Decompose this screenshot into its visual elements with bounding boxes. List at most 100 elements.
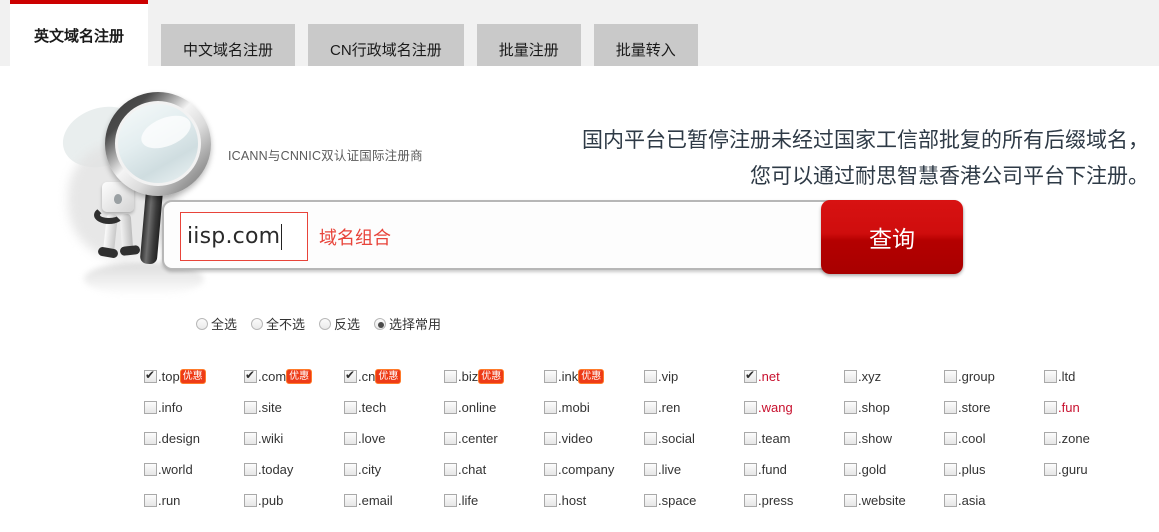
- checkbox-icon[interactable]: [144, 368, 157, 383]
- checkbox-icon[interactable]: [644, 463, 657, 476]
- checkbox-icon[interactable]: [344, 401, 357, 414]
- tld-option-com[interactable]: .com优惠: [244, 368, 344, 384]
- tld-option-run[interactable]: .run: [144, 493, 244, 508]
- checkbox-icon[interactable]: [744, 463, 757, 476]
- checkbox-icon[interactable]: [244, 432, 257, 445]
- tld-option-shop[interactable]: .shop: [844, 400, 944, 415]
- tld-option-today[interactable]: .today: [244, 462, 344, 477]
- radio-dot-icon[interactable]: [196, 317, 208, 330]
- tab-0[interactable]: 英文域名注册: [10, 0, 149, 66]
- checkbox-icon[interactable]: [944, 370, 957, 383]
- tld-option-wang[interactable]: .wang: [744, 400, 844, 415]
- checkbox-icon[interactable]: [944, 401, 957, 414]
- checkbox-icon[interactable]: [544, 401, 557, 414]
- tld-option-love[interactable]: .love: [344, 431, 444, 446]
- checkbox-icon[interactable]: [944, 463, 957, 476]
- checkbox-icon[interactable]: [844, 401, 857, 414]
- tld-option-city[interactable]: .city: [344, 462, 444, 477]
- checkbox-icon[interactable]: [144, 463, 157, 476]
- checkbox-icon[interactable]: [244, 463, 257, 476]
- checkbox-icon[interactable]: [944, 494, 957, 507]
- radio-mode-3[interactable]: 选择常用: [374, 314, 441, 333]
- checkbox-icon[interactable]: [1044, 370, 1057, 383]
- checkbox-icon[interactable]: [644, 494, 657, 507]
- checkbox-icon[interactable]: [1044, 432, 1057, 445]
- query-button[interactable]: 查询: [821, 200, 963, 274]
- tld-option-vip[interactable]: .vip: [644, 369, 744, 384]
- tld-option-site[interactable]: .site: [244, 400, 344, 415]
- checkbox-icon[interactable]: [944, 432, 957, 445]
- domain-search-input[interactable]: iisp.com: [180, 212, 308, 261]
- checkbox-icon[interactable]: [844, 432, 857, 445]
- tld-option-host[interactable]: .host: [544, 493, 644, 508]
- tld-option-mobi[interactable]: .mobi: [544, 400, 644, 415]
- tld-option-company[interactable]: .company: [544, 462, 644, 477]
- checkbox-icon[interactable]: [144, 494, 157, 507]
- tld-option-social[interactable]: .social: [644, 431, 744, 446]
- tld-option-xyz[interactable]: .xyz: [844, 369, 944, 384]
- checkbox-icon[interactable]: [844, 370, 857, 383]
- checkbox-icon[interactable]: [244, 401, 257, 414]
- tld-option-fund[interactable]: .fund: [744, 462, 844, 477]
- tld-option-cn[interactable]: .cn优惠: [344, 368, 444, 384]
- tld-option-pub[interactable]: .pub: [244, 493, 344, 508]
- checkbox-icon[interactable]: [244, 368, 257, 383]
- tld-option-ren[interactable]: .ren: [644, 400, 744, 415]
- tld-option-design[interactable]: .design: [144, 431, 244, 446]
- checkbox-icon[interactable]: [844, 494, 857, 507]
- checkbox-icon[interactable]: [444, 401, 457, 414]
- tld-option-zone[interactable]: .zone: [1044, 431, 1144, 446]
- tld-option-store[interactable]: .store: [944, 400, 1044, 415]
- checkbox-icon[interactable]: [444, 370, 457, 383]
- checkbox-icon[interactable]: [644, 432, 657, 445]
- tld-option-team[interactable]: .team: [744, 431, 844, 446]
- checkbox-icon[interactable]: [844, 463, 857, 476]
- checkbox-icon[interactable]: [644, 401, 657, 414]
- checkbox-icon[interactable]: [744, 494, 757, 507]
- checkbox-icon[interactable]: [544, 494, 557, 507]
- tld-option-asia[interactable]: .asia: [944, 493, 1044, 508]
- tld-option-world[interactable]: .world: [144, 462, 244, 477]
- tld-option-gold[interactable]: .gold: [844, 462, 944, 477]
- tld-option-fun[interactable]: .fun: [1044, 400, 1144, 415]
- radio-mode-2[interactable]: 反选: [319, 314, 360, 333]
- tld-option-live[interactable]: .live: [644, 462, 744, 477]
- tld-option-tech[interactable]: .tech: [344, 400, 444, 415]
- checkbox-icon[interactable]: [744, 432, 757, 445]
- radio-dot-icon[interactable]: [374, 317, 387, 330]
- tld-option-life[interactable]: .life: [444, 493, 544, 508]
- radio-dot-icon[interactable]: [251, 317, 264, 330]
- checkbox-icon[interactable]: [444, 463, 457, 476]
- checkbox-icon[interactable]: [1044, 401, 1057, 414]
- checkbox-icon[interactable]: [144, 432, 157, 445]
- checkbox-icon[interactable]: [744, 368, 757, 383]
- tld-option-chat[interactable]: .chat: [444, 462, 544, 477]
- checkbox-icon[interactable]: [1044, 463, 1057, 476]
- checkbox-icon[interactable]: [444, 494, 457, 507]
- checkbox-icon[interactable]: [344, 368, 357, 383]
- checkbox-icon[interactable]: [344, 494, 357, 507]
- domain-combination-link[interactable]: 域名组合: [319, 224, 391, 250]
- tld-option-biz[interactable]: .biz 优惠: [444, 369, 544, 384]
- tld-option-top[interactable]: .top优惠: [144, 368, 244, 384]
- tld-option-email[interactable]: .email: [344, 493, 444, 508]
- tld-option-video[interactable]: .video: [544, 431, 644, 446]
- tld-option-center[interactable]: .center: [444, 431, 544, 446]
- checkbox-icon[interactable]: [544, 370, 557, 383]
- radio-mode-1[interactable]: 全不选: [251, 314, 305, 333]
- checkbox-icon[interactable]: [144, 401, 157, 414]
- tld-option-online[interactable]: .online: [444, 400, 544, 415]
- checkbox-icon[interactable]: [344, 432, 357, 445]
- tld-option-cool[interactable]: .cool: [944, 431, 1044, 446]
- tld-option-net[interactable]: .net: [744, 368, 844, 384]
- tld-option-space[interactable]: .space: [644, 493, 744, 508]
- tld-option-guru[interactable]: .guru: [1044, 462, 1144, 477]
- checkbox-icon[interactable]: [644, 370, 657, 383]
- tld-option-info[interactable]: .info: [144, 400, 244, 415]
- checkbox-icon[interactable]: [544, 463, 557, 476]
- checkbox-icon[interactable]: [244, 494, 257, 507]
- tld-option-wiki[interactable]: .wiki: [244, 431, 344, 446]
- tld-option-group[interactable]: .group: [944, 369, 1044, 384]
- checkbox-icon[interactable]: [744, 401, 757, 414]
- checkbox-icon[interactable]: [544, 432, 557, 445]
